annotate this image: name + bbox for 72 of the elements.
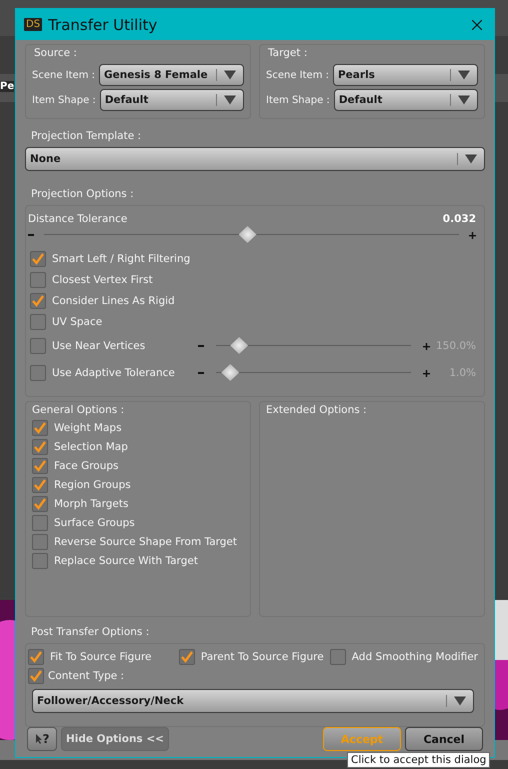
group-heading: Source : <box>33 47 78 61</box>
field-label: Scene Item : <box>266 70 329 80</box>
dropdown-arrow-icon <box>446 695 469 707</box>
dropdown-arrow-icon <box>216 69 239 81</box>
section-heading: Projection Options : <box>30 187 135 202</box>
checkbox-label: Region Groups <box>54 479 131 491</box>
checkbox-label: Morph Targets <box>54 498 128 510</box>
checkbox[interactable] <box>32 477 48 493</box>
checkbox-label: Use Adaptive Tolerance <box>52 367 176 379</box>
help-button[interactable]: ? <box>27 727 57 751</box>
field-label: Item Shape : <box>32 94 96 106</box>
tooltip: Click to accept this dialog <box>347 752 490 768</box>
plus-icon[interactable] <box>469 232 476 238</box>
checkbox-label: Fit To Source Figure <box>50 651 152 663</box>
dropdown-arrow-icon <box>457 153 480 165</box>
checkbox-label: Content Type : <box>48 670 124 682</box>
checkbox[interactable] <box>32 496 48 512</box>
checkbox[interactable] <box>30 293 46 309</box>
checkbox[interactable] <box>330 649 346 665</box>
group-heading: Target : <box>267 47 308 61</box>
section-heading: Post Transfer Options : <box>30 625 150 640</box>
checkbox-label: Reverse Source Shape From Target <box>54 536 237 548</box>
checkbox[interactable] <box>30 365 46 381</box>
dropdown[interactable]: Default <box>334 89 478 111</box>
dropdown-arrow-icon <box>450 94 473 106</box>
plus-icon[interactable] <box>423 370 430 376</box>
checkbox-label: Closest Vertex First <box>52 274 153 286</box>
field-label: Item Shape : <box>266 94 330 106</box>
checkbox-label: Replace Source With Target <box>54 555 198 567</box>
checkbox[interactable] <box>32 534 48 550</box>
checkbox-label: Use Near Vertices <box>52 340 146 352</box>
checkbox[interactable] <box>30 272 46 288</box>
dropdown-arrow-icon <box>450 69 473 81</box>
checkbox-label: Smart Left / Right Filtering <box>52 253 190 265</box>
group-heading: Extended Options : <box>266 404 368 418</box>
checkbox[interactable] <box>178 649 195 665</box>
checkbox-label: Add Smoothing Modifier <box>352 651 478 663</box>
dropdown[interactable]: Pearls <box>332 64 478 86</box>
dropdown[interactable]: Genesis 8 Female <box>98 64 244 86</box>
checkbox[interactable] <box>32 515 48 531</box>
checkbox-label: UV Space <box>52 316 102 328</box>
checkbox-label: Weight Maps <box>54 422 122 434</box>
checkbox-label: Surface Groups <box>54 517 135 529</box>
hide-options-button[interactable]: Hide Options << <box>61 727 169 751</box>
checkbox[interactable] <box>28 668 44 684</box>
group-heading: General Options : <box>32 404 126 418</box>
checkbox-label: Consider Lines As Rigid <box>52 295 175 307</box>
checkbox-label: Selection Map <box>54 441 128 453</box>
checkbox[interactable] <box>32 458 48 474</box>
field-label: Scene Item : <box>32 70 95 80</box>
dialog-button[interactable]: Cancel <box>405 727 483 751</box>
pointer-icon <box>34 733 43 745</box>
dropdown[interactable]: Follower/Accessory/Neck <box>32 689 474 713</box>
dropdown[interactable]: None <box>25 147 485 171</box>
background-tab-text: Pe <box>0 81 14 92</box>
dropdown[interactable]: Default <box>100 89 244 111</box>
app-logo: DS <box>24 18 42 31</box>
section-heading: Projection Template : <box>30 129 142 144</box>
plus-icon[interactable] <box>423 342 430 350</box>
checkbox[interactable] <box>30 338 46 354</box>
checkbox[interactable] <box>32 439 48 455</box>
checkbox[interactable] <box>32 420 48 436</box>
checkbox[interactable] <box>30 251 46 267</box>
checkbox[interactable] <box>32 553 48 569</box>
window-title: Transfer Utility <box>48 16 158 34</box>
checkbox[interactable] <box>28 649 44 665</box>
dropdown-arrow-icon <box>216 94 239 106</box>
slider-value: 0.032 <box>442 213 476 225</box>
checkbox[interactable] <box>30 314 46 330</box>
slider-label: Distance Tolerance <box>28 213 128 225</box>
checkbox-label: Parent To Source Figure <box>200 651 324 663</box>
checkbox-label: Face Groups <box>54 460 119 472</box>
